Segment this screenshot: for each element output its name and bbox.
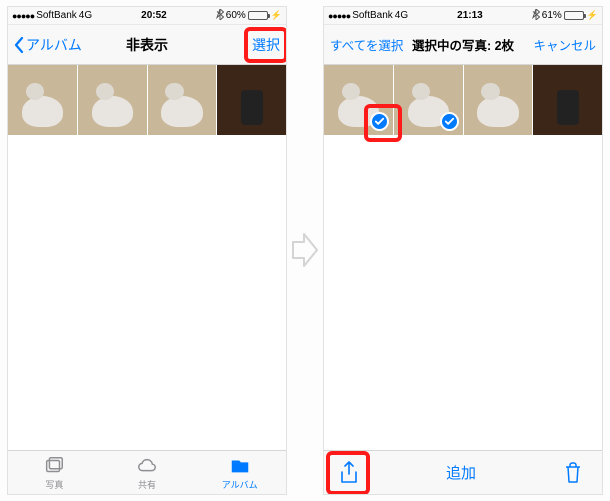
status-left: ●●●●● SoftBank 4G bbox=[12, 10, 92, 21]
battery-pct: 61% bbox=[542, 10, 562, 21]
status-bar: ●●●●● SoftBank 4G 21:13 61% ⚡ bbox=[324, 7, 602, 25]
bluetooth-icon bbox=[216, 9, 224, 23]
phone-left: ●●●●● SoftBank 4G 20:52 60% ⚡ アルバム 非表示 選… bbox=[7, 6, 287, 495]
tab-shared[interactable]: 共有 bbox=[101, 451, 194, 494]
trash-icon bbox=[564, 462, 582, 484]
photo-thumb[interactable] bbox=[148, 65, 218, 135]
tab-albums[interactable]: アルバム bbox=[193, 451, 286, 494]
nav-cancel-label: キャンセル bbox=[533, 35, 596, 54]
tab-photos[interactable]: 写真 bbox=[8, 451, 101, 494]
status-time: 21:13 bbox=[457, 10, 483, 21]
chevron-left-icon bbox=[14, 37, 24, 53]
photo-thumb[interactable] bbox=[217, 65, 286, 135]
cloud-icon bbox=[136, 455, 158, 477]
nav-back-button[interactable]: アルバム bbox=[14, 35, 82, 55]
selection-check-icon bbox=[440, 112, 459, 131]
selection-check-icon bbox=[370, 112, 389, 131]
photo-grid bbox=[8, 65, 286, 135]
nav-select-button[interactable]: 選択 bbox=[252, 35, 280, 55]
toolbar: 追加 bbox=[324, 450, 602, 494]
status-time: 20:52 bbox=[141, 10, 167, 21]
add-to-label: 追加 bbox=[446, 465, 476, 482]
network-label: 4G bbox=[79, 10, 92, 21]
nav-back-label: アルバム bbox=[26, 35, 82, 55]
nav-select-all-button[interactable]: すべてを選択 bbox=[330, 35, 403, 54]
status-right: 61% ⚡ bbox=[532, 9, 598, 23]
bluetooth-icon bbox=[532, 9, 540, 23]
signal-dots-icon: ●●●●● bbox=[328, 11, 350, 21]
trash-button[interactable] bbox=[556, 462, 590, 484]
nav-bar: アルバム 非表示 選択 bbox=[8, 25, 286, 65]
battery-icon bbox=[248, 11, 268, 20]
nav-select-label: 選択 bbox=[252, 35, 280, 55]
nav-cancel-button[interactable]: キャンセル bbox=[533, 35, 596, 54]
content-area bbox=[8, 65, 286, 450]
charging-icon: ⚡ bbox=[271, 10, 282, 21]
photos-stack-icon bbox=[43, 455, 65, 477]
tab-photos-label: 写真 bbox=[45, 478, 63, 491]
status-left: ●●●●● SoftBank 4G bbox=[328, 10, 408, 21]
tab-albums-label: アルバム bbox=[222, 478, 258, 491]
carrier-label: SoftBank bbox=[352, 10, 393, 21]
charging-icon: ⚡ bbox=[587, 10, 598, 21]
nav-bar: すべてを選択 選択中の写真: 2枚 キャンセル bbox=[324, 25, 602, 65]
photo-grid bbox=[324, 65, 602, 135]
photo-thumb[interactable] bbox=[533, 65, 602, 135]
phone-right: ●●●●● SoftBank 4G 21:13 61% ⚡ すべてを選択 選択中… bbox=[323, 6, 603, 495]
signal-dots-icon: ●●●●● bbox=[12, 11, 34, 21]
battery-pct: 60% bbox=[226, 10, 246, 21]
photo-thumb[interactable] bbox=[324, 65, 394, 135]
tab-shared-label: 共有 bbox=[138, 478, 156, 491]
photo-thumb[interactable] bbox=[8, 65, 78, 135]
share-button[interactable] bbox=[332, 461, 366, 485]
arrow-right-icon bbox=[291, 232, 319, 268]
status-right: 60% ⚡ bbox=[216, 9, 282, 23]
share-icon bbox=[339, 461, 359, 485]
status-bar: ●●●●● SoftBank 4G 20:52 60% ⚡ bbox=[8, 7, 286, 25]
add-to-button[interactable]: 追加 bbox=[446, 462, 476, 483]
photo-thumb[interactable] bbox=[78, 65, 148, 135]
carrier-label: SoftBank bbox=[36, 10, 77, 21]
photo-thumb[interactable] bbox=[394, 65, 464, 135]
nav-select-all-label: すべてを選択 bbox=[330, 35, 403, 54]
album-icon bbox=[229, 455, 251, 477]
tab-bar: 写真 共有 アルバム bbox=[8, 450, 286, 494]
network-label: 4G bbox=[395, 10, 408, 21]
battery-icon bbox=[564, 11, 584, 20]
photo-thumb[interactable] bbox=[464, 65, 534, 135]
content-area bbox=[324, 65, 602, 450]
